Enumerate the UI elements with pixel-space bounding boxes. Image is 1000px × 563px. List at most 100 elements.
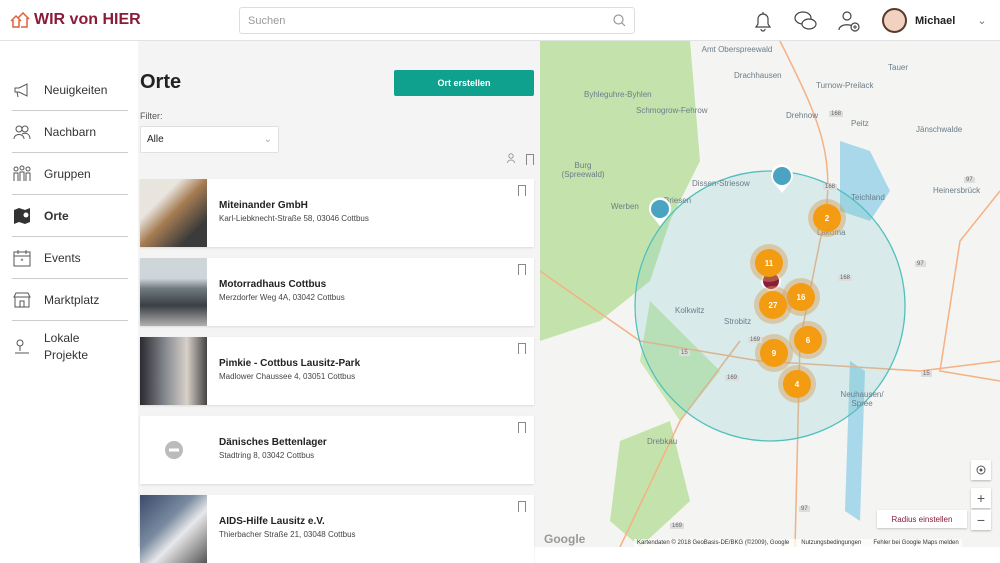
cluster-marker[interactable]: 11 [755,249,783,277]
map-label: Dissen-Striesow [692,179,750,188]
houses-icon [10,12,30,28]
search-input[interactable]: Suchen [239,7,635,34]
sidebar-item-events[interactable]: Events [12,237,128,279]
zoom-in-button[interactable]: + [971,488,991,508]
place-address: Thierbacher Straße 21, 03048 Cottbus [219,530,356,539]
user-filter-icon[interactable] [507,153,518,164]
map-label: Teichland [851,193,885,202]
sidebar-item-label: Nachbarn [44,124,97,139]
logo-text: WIR von HIER [34,11,141,28]
map-icon [14,207,30,224]
add-user-icon[interactable] [836,8,862,34]
user-menu[interactable]: Michael ⌄ [882,8,987,33]
cluster-marker[interactable]: 9 [760,339,788,367]
bookmark-icon[interactable] [518,185,526,196]
place-card[interactable]: Dänisches Bettenlager Stadtring 8, 03042 … [140,416,534,484]
filter-select[interactable]: Alle ⌄ [140,126,279,153]
bell-icon[interactable] [750,8,776,34]
report-error-link[interactable]: Fehler bei Google Maps melden [873,540,958,546]
map-label: Werben [611,202,639,211]
sidebar-item-label: Marktplatz [44,292,100,307]
place-address: Stadtring 8, 03042 Cottbus [219,451,315,460]
map-label: Tauer [888,63,909,72]
bookmark-icon[interactable] [518,264,526,275]
cluster-marker[interactable]: 4 [783,370,811,398]
map-label: Drehnow [786,111,819,120]
map-label: Turnow-Preilack [816,81,874,90]
road-label: 97 [915,261,926,267]
road-label: 15 [679,350,690,356]
bookmark-icon[interactable] [518,343,526,354]
place-address: Madlower Chaussee 4, 03051 Cottbus [219,372,356,381]
my-location-button[interactable] [971,460,991,480]
place-thumbnail [140,179,207,247]
calendar-icon [13,249,31,266]
sidebar-item-label: Lokale Projekte [44,331,89,362]
place-name: Motorradhaus Cottbus [219,279,327,290]
road-label: 169 [748,337,763,343]
map-label: Jänschwalde [916,125,963,134]
place-card[interactable]: Miteinander GmbH Karl-Liebknecht-Straße 5… [140,179,534,247]
search-icon[interactable] [613,14,626,27]
place-thumbnail [140,416,207,484]
shop-marker-icon[interactable] [770,164,794,194]
cluster-marker[interactable]: 16 [787,283,815,311]
google-logo: Google [544,532,586,546]
page-title: Orte [140,71,182,93]
sidebar-item-nachbarn[interactable]: Nachbarn [12,111,128,153]
cluster-marker[interactable]: 6 [794,326,822,354]
place-card[interactable]: Motorradhaus Cottbus Merzdorfer Weg 4A, 0… [140,258,534,326]
cluster-marker[interactable]: 2 [813,204,841,232]
road-label: 97 [799,506,810,512]
map[interactable]: Amt Oberspreewald Drachhausen Tauer Byhl… [540,41,1000,547]
sidebar-item-label: Orte [44,208,69,223]
location-target-icon [976,465,986,475]
logo[interactable]: WIR von HIER [10,11,141,29]
sidebar-item-lokale-projekte[interactable]: Lokale Projekte [12,323,128,371]
create-place-button[interactable]: Ort erstellen [394,70,534,96]
map-attribution: Kartendaten © 2018 GeoBasis-DE/BKG (©200… [634,539,962,547]
place-card[interactable]: Pimkie - Cottbus Lausitz-Park Madlower Ch… [140,337,534,405]
radius-button[interactable]: Radius einstellen [877,510,967,528]
map-label: Peitz [851,119,869,128]
cluster-marker[interactable]: 27 [759,291,787,319]
map-label: Neuhausen/ Spree [840,390,884,408]
map-label: Strobitz [724,317,752,326]
user-name: Michael [915,14,956,27]
road-label: 97 [964,177,975,183]
market-icon [13,292,31,307]
sidebar-item-gruppen[interactable]: Gruppen [12,153,128,195]
terms-link[interactable]: Nutzungsbedingungen [801,540,861,546]
map-label: Drebkau [647,437,678,446]
place-card[interactable]: AIDS-Hilfe Lausitz e.V. Thierbacher Straß… [140,495,534,563]
people-icon [13,125,31,139]
chevron-down-icon: ⌄ [977,15,987,27]
map-label: Drachhausen [734,71,782,80]
bookmark-filter-icon[interactable] [526,154,534,165]
sidebar-item-orte[interactable]: Orte [12,195,128,237]
road-label: 169 [670,523,685,529]
sidebar-item-neuigkeiten[interactable]: Neuigkeiten [12,69,128,111]
places-panel: Orte Ort erstellen Filter: Alle ⌄ Miteina… [138,41,540,563]
top-bar: WIR von HIER Suchen Michael ⌄ [0,0,1000,41]
road-label: 15 [921,371,932,377]
chat-icon[interactable] [792,8,818,34]
place-name: Pimkie - Cottbus Lausitz-Park [219,358,361,369]
sidebar: Neuigkeiten Nachbarn Gruppen Orte Events… [0,41,138,547]
sidebar-item-marktplatz[interactable]: Marktplatz [12,279,128,321]
zoom-out-button[interactable]: − [971,510,991,530]
bookmark-icon[interactable] [518,422,526,433]
handshake-marker-icon[interactable] [648,197,672,227]
map-label: Kolkwitz [675,306,705,315]
map-label: Byhleguhre-Byhlen [584,90,652,99]
road-label: 168 [829,111,844,117]
place-thumbnail [140,337,207,405]
bookmark-icon[interactable] [518,501,526,512]
map-label: Heinersbrück [933,186,981,195]
road-label: 168 [823,184,838,190]
map-label: Schmogrow-Fehrow [636,106,708,115]
place-name: AIDS-Hilfe Lausitz e.V. [219,516,325,527]
place-address: Karl-Liebknecht-Straße 58, 03046 Cottbus [219,214,369,223]
megaphone-icon [14,82,28,97]
place-name: Miteinander GmbH [219,200,308,211]
